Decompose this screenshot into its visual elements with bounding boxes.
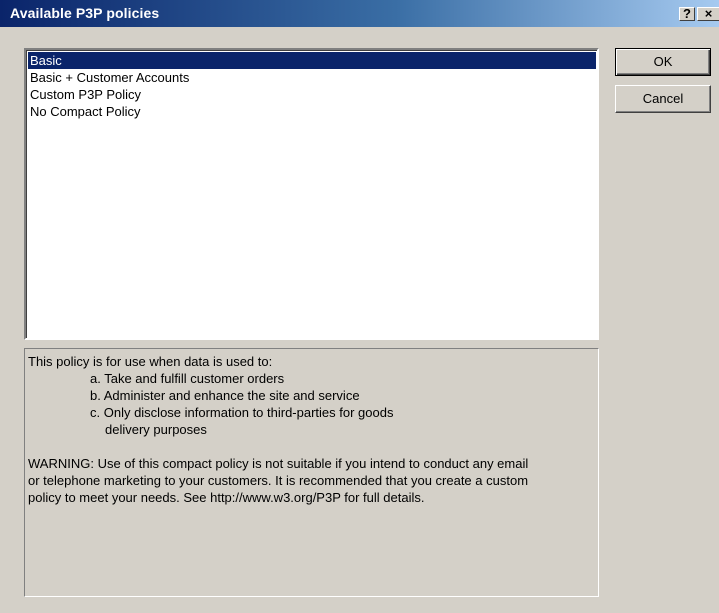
description-point-c: c. Only disclose information to third-pa… — [90, 405, 394, 420]
description-intro: This policy is for use when data is used… — [28, 354, 273, 369]
p3p-policies-dialog: Available P3P policies ? × Basic Basic +… — [0, 0, 719, 613]
description-point-a: a. Take and fulfill customer orders — [90, 371, 285, 386]
description-warning-line-3: policy to meet your needs. See http://ww… — [28, 490, 425, 505]
description-warning-line-2: or telephone marketing to your customers… — [28, 473, 529, 488]
list-item-no-compact-policy[interactable]: No Compact Policy — [28, 103, 596, 120]
description-point-c-continued: delivery purposes — [105, 422, 207, 437]
help-button[interactable]: ? — [679, 7, 695, 21]
list-item-basic-customer-accounts[interactable]: Basic + Customer Accounts — [28, 69, 596, 86]
description-warning-line-1: WARNING: Use of this compact policy is n… — [28, 456, 529, 471]
policy-description-box: This policy is for use when data is used… — [24, 348, 599, 597]
close-button[interactable]: × — [697, 7, 719, 21]
close-icon: × — [704, 6, 713, 21]
ok-button[interactable]: OK — [615, 48, 711, 76]
cancel-button[interactable]: Cancel — [615, 85, 711, 113]
title-bar[interactable]: Available P3P policies ? × — [0, 0, 719, 27]
list-item-basic[interactable]: Basic — [28, 52, 596, 69]
policy-listbox[interactable]: Basic Basic + Customer Accounts Custom P… — [24, 48, 599, 340]
window-title: Available P3P policies — [10, 5, 160, 21]
help-icon: ? — [683, 6, 691, 21]
description-point-b: b. Administer and enhance the site and s… — [90, 388, 360, 403]
list-item-custom-p3p-policy[interactable]: Custom P3P Policy — [28, 86, 596, 103]
